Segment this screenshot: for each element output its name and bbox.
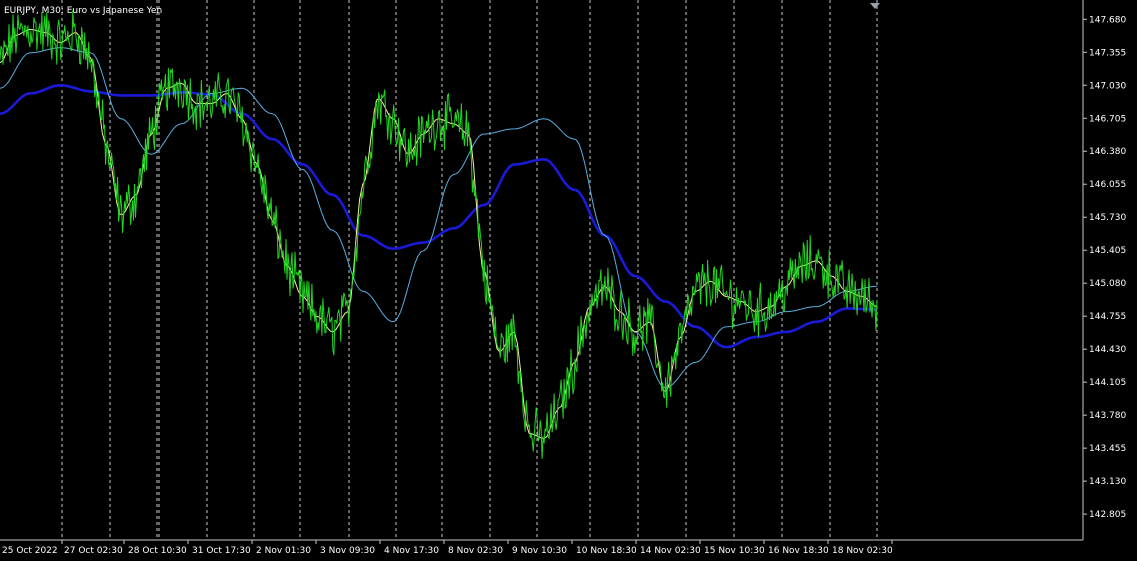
y-tick-label: 145.405 (1089, 246, 1126, 256)
x-tick-label: 27 Oct 02:30 (64, 546, 123, 556)
chart-background (0, 0, 1137, 561)
chart-title: EURJPY, M30: Euro vs Japanese Yen (4, 6, 162, 16)
y-tick-label: 144.105 (1089, 378, 1126, 388)
x-tick-label: 25 Oct 2022 (2, 546, 58, 556)
y-tick-label: 142.805 (1089, 510, 1126, 520)
y-tick-label: 147.680 (1089, 15, 1126, 25)
y-tick-label: 143.455 (1089, 444, 1126, 454)
y-tick-label: 147.030 (1089, 81, 1126, 91)
x-tick-label: 4 Nov 17:30 (384, 546, 439, 556)
y-tick-label: 143.780 (1089, 411, 1126, 421)
x-tick-label: 18 Nov 02:30 (832, 546, 893, 556)
y-tick-label: 144.430 (1089, 345, 1126, 355)
y-tick-label: 144.755 (1089, 312, 1126, 322)
x-tick-label: 31 Oct 17:30 (192, 546, 251, 556)
x-tick-label: 14 Nov 02:30 (640, 546, 701, 556)
x-tick-label: 9 Nov 10:30 (512, 546, 567, 556)
y-tick-label: 143.130 (1089, 477, 1126, 487)
chart: 147.680 147.355 147.030 146.705 146.380 146.0… (0, 0, 1137, 561)
y-tick-label: 145.730 (1089, 213, 1126, 223)
x-tick-label: 16 Nov 18:30 (768, 546, 829, 556)
y-tick-label: 146.055 (1089, 180, 1126, 190)
x-tick-label: 28 Oct 10:30 (128, 546, 187, 556)
y-tick-label: 146.380 (1089, 147, 1126, 157)
x-tick-label: 8 Nov 02:30 (448, 546, 503, 556)
y-tick-label: 147.355 (1089, 48, 1126, 58)
y-tick-label: 145.080 (1089, 279, 1126, 289)
x-tick-label: 15 Nov 10:30 (704, 546, 765, 556)
y-tick-label: 146.705 (1089, 114, 1126, 124)
x-tick-label: 2 Nov 01:30 (256, 546, 311, 556)
x-tick-label: 3 Nov 09:30 (320, 546, 375, 556)
x-tick-label: 10 Nov 18:30 (576, 546, 637, 556)
